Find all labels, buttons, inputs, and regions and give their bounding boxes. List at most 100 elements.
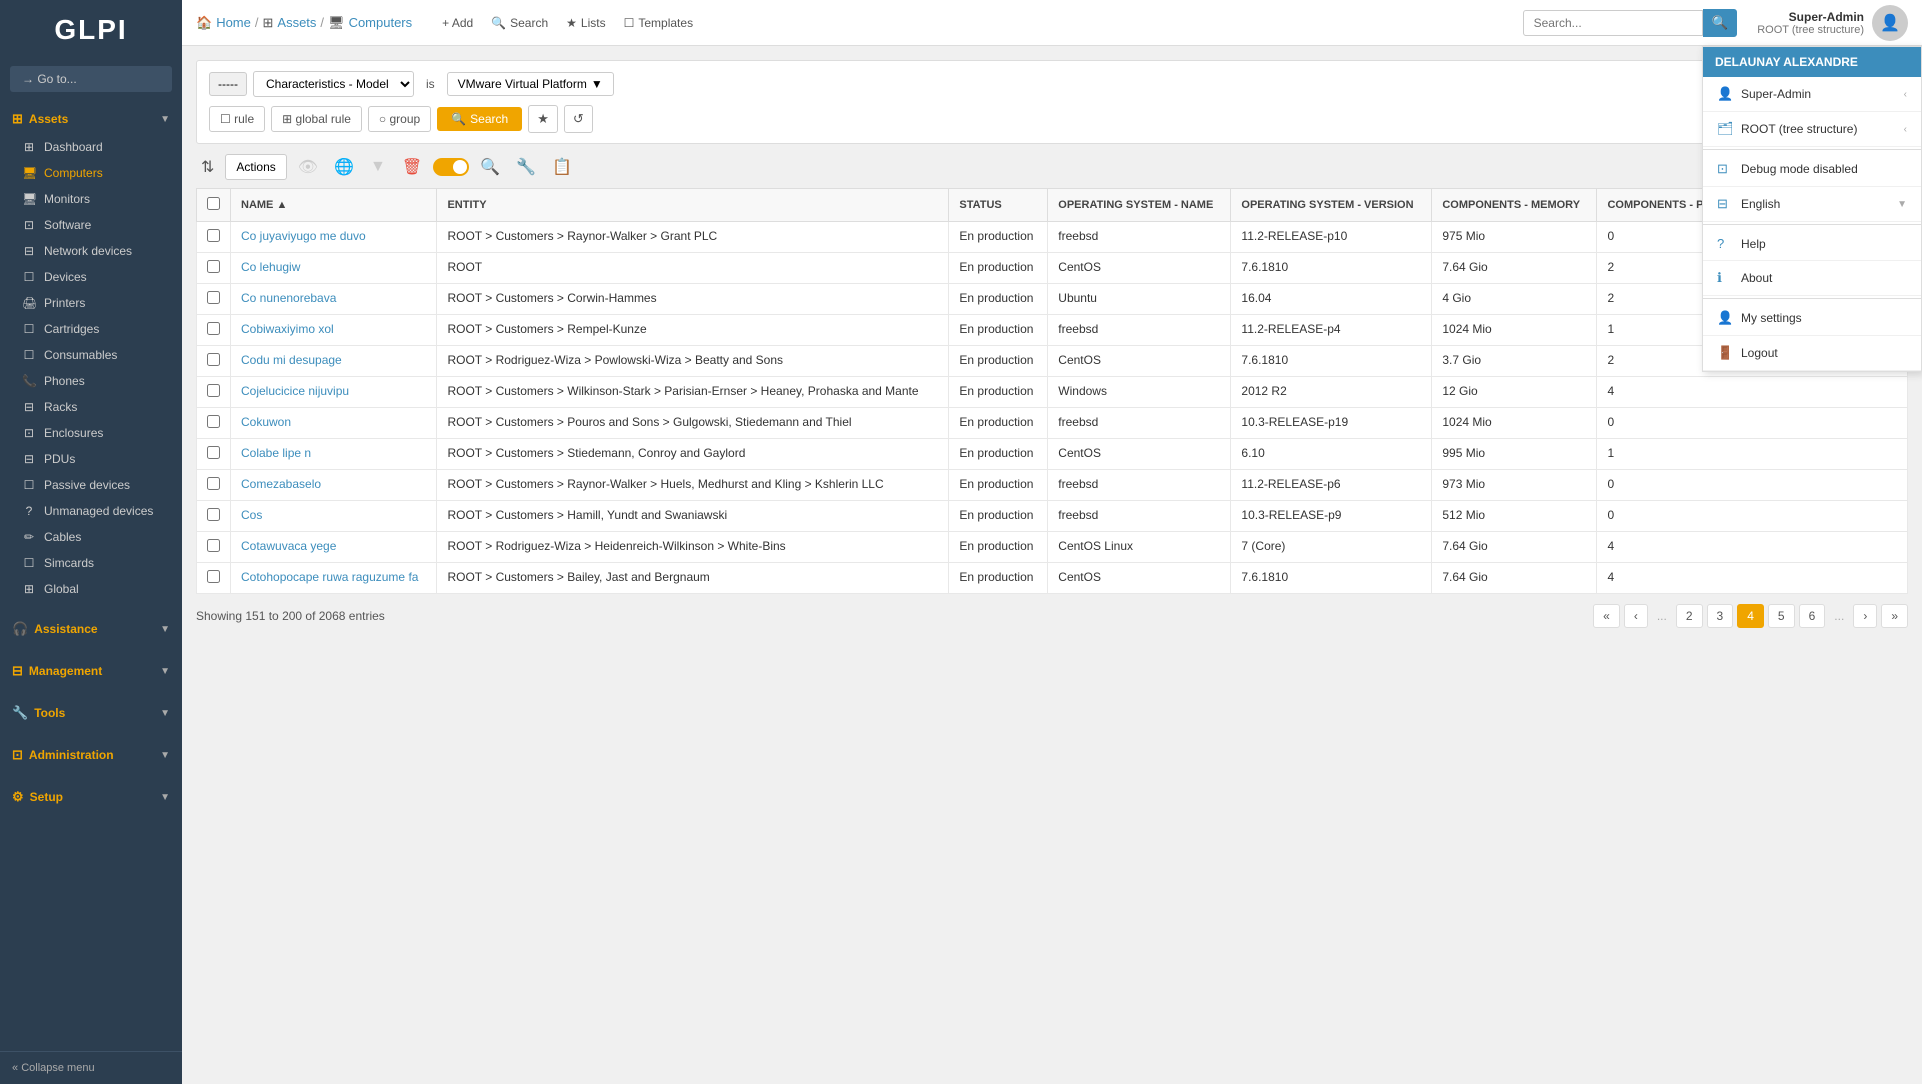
collapse-menu-button[interactable]: « Collapse menu [0,1051,182,1084]
header-os-version[interactable]: OPERATING SYSTEM - VERSION [1231,189,1432,222]
sidebar-item-pdus[interactable]: ⊟ PDUs [0,446,182,472]
row-checkbox[interactable] [207,291,220,304]
sidebar-item-dashboard[interactable]: ⊞ Dashboard [0,134,182,160]
search-filter-button[interactable]: 🔍 Search [437,107,522,131]
computer-link[interactable]: Co juyaviyugo me duvo [241,229,366,243]
last-page-button[interactable]: » [1881,604,1908,628]
dropdown-item-debug[interactable]: ⊡ Debug mode disabled [1703,152,1921,187]
setup-header[interactable]: ⚙ Setup ▼ [0,782,182,812]
sidebar-item-cables[interactable]: ✏ Cables [0,524,182,550]
sidebar-item-network-devices[interactable]: ⊟ Network devices [0,238,182,264]
header-entity[interactable]: ENTITY [437,189,949,222]
computer-link[interactable]: Cotohopocape ruwa raguzume fa [241,570,418,584]
computer-link[interactable]: Co nunenorebava [241,291,336,305]
sidebar-item-passive-devices[interactable]: ☐ Passive devices [0,472,182,498]
tools-header[interactable]: 🔧 Tools ▼ [0,698,182,728]
goto-button[interactable]: → Go to... [10,66,172,92]
sidebar-item-simcards[interactable]: ☐ Simcards [0,550,182,576]
visibility-off-button[interactable]: 👁 [293,154,323,180]
sidebar-item-global[interactable]: ⊞ Global [0,576,182,602]
page-2-button[interactable]: 2 [1676,604,1703,628]
header-os-name[interactable]: OPERATING SYSTEM - NAME [1048,189,1231,222]
sidebar-item-enclosures[interactable]: ⊡ Enclosures [0,420,182,446]
global-rule-button[interactable]: ⊞ global rule [271,106,362,132]
sidebar-item-printers[interactable]: 🖨 Printers [0,290,182,316]
reset-button[interactable]: ↺ [564,105,593,133]
row-checkbox[interactable] [207,446,220,459]
page-3-button[interactable]: 3 [1707,604,1734,628]
sidebar-item-phones[interactable]: 📞 Phones [0,368,182,394]
next-page-button[interactable]: › [1853,604,1877,628]
row-checkbox[interactable] [207,477,220,490]
page-5-button[interactable]: 5 [1768,604,1795,628]
bookmark-button[interactable]: ★ [528,105,558,133]
filter-field-select[interactable]: Characteristics - Model [253,71,414,97]
actions-button[interactable]: Actions [225,154,286,180]
search-input[interactable] [1523,10,1703,36]
computer-link[interactable]: Cotawuvaca yege [241,539,336,553]
globe-button[interactable]: 🌐 [329,154,359,180]
dropdown-item-about[interactable]: ℹ About [1703,261,1921,296]
computer-link[interactable]: Comezabaselo [241,477,321,491]
administration-header[interactable]: ⊡ Administration ▼ [0,740,182,770]
row-checkbox[interactable] [207,322,220,335]
dropdown-item-logout[interactable]: 🚪 Logout [1703,336,1921,371]
computer-link[interactable]: Co lehugiw [241,260,300,274]
export-button[interactable]: 📋 [547,154,577,180]
computer-link[interactable]: Cojelucicice nijuvipu [241,384,349,398]
row-checkbox[interactable] [207,384,220,397]
user-menu[interactable]: Super-Admin ROOT (tree structure) 👤 [1757,5,1908,41]
sidebar-item-monitors[interactable]: 🖥 Monitors [0,186,182,212]
header-status[interactable]: STATUS [949,189,1048,222]
header-name[interactable]: NAME ▲ [231,189,437,222]
sidebar-item-racks[interactable]: ⊟ Racks [0,394,182,420]
toggle-switch[interactable] [433,158,469,176]
add-button[interactable]: + Add [436,12,479,34]
header-memory[interactable]: COMPONENTS - MEMORY [1432,189,1597,222]
templates-button[interactable]: ☐ Templates [618,12,699,34]
row-checkbox[interactable] [207,353,220,366]
sort-button[interactable]: ⇅ [196,154,219,180]
breadcrumb-home[interactable]: Home [216,15,251,30]
lists-button[interactable]: ★ Lists [560,12,611,34]
sidebar-item-software[interactable]: ⊡ Software [0,212,182,238]
filter-icon-button[interactable]: ▼ [365,155,391,179]
first-page-button[interactable]: « [1593,604,1620,628]
row-checkbox[interactable] [207,508,220,521]
computer-link[interactable]: Codu mi desupage [241,353,342,367]
sidebar-item-unmanaged[interactable]: ? Unmanaged devices [0,498,182,524]
filter-value-button[interactable]: VMware Virtual Platform ▼ [447,72,614,96]
search-table-button[interactable]: 🔍 [475,154,505,180]
row-checkbox[interactable] [207,260,220,273]
sidebar-item-cartridges[interactable]: ☐ Cartridges [0,316,182,342]
assistance-header[interactable]: 🎧 Assistance ▼ [0,614,182,644]
sidebar-item-computers[interactable]: 🖥 Computers [0,160,182,186]
dropdown-item-english[interactable]: ⊟ English ▼ [1703,187,1921,222]
computer-link[interactable]: Colabe lipe n [241,446,311,460]
rule-button[interactable]: ☐ rule [209,106,265,132]
row-checkbox[interactable] [207,539,220,552]
page-4-button[interactable]: 4 [1737,604,1764,628]
sidebar-item-consumables[interactable]: ☐ Consumables [0,342,182,368]
select-all-checkbox[interactable] [207,197,220,210]
search-submit-button[interactable]: 🔍 [1703,9,1738,37]
wrench-button[interactable]: 🔧 [511,154,541,180]
dropdown-item-super-admin[interactable]: 👤 Super-Admin ‹ [1703,77,1921,112]
breadcrumb-computers[interactable]: Computers [349,15,413,30]
row-checkbox[interactable] [207,570,220,583]
dropdown-item-help[interactable]: ? Help [1703,227,1921,261]
computer-link[interactable]: Cobiwaxiyimo xol [241,322,334,336]
filter-toggle-button[interactable]: ----- [209,72,247,96]
management-header[interactable]: ⊟ Management ▼ [0,656,182,686]
dropdown-item-root-tree[interactable]: 🗂 ROOT (tree structure) ‹ [1703,112,1921,147]
computer-link[interactable]: Cos [241,508,262,522]
computer-link[interactable]: Cokuwon [241,415,291,429]
prev-page-button[interactable]: ‹ [1624,604,1648,628]
dropdown-item-my-settings[interactable]: 👤 My settings [1703,301,1921,336]
assets-section-header[interactable]: ⊞ Assets ▼ [0,104,182,134]
group-button[interactable]: ○ group [368,106,431,132]
row-checkbox[interactable] [207,415,220,428]
delete-button[interactable]: 🗑 [397,154,427,180]
row-checkbox[interactable] [207,229,220,242]
breadcrumb-assets[interactable]: Assets [277,15,316,30]
